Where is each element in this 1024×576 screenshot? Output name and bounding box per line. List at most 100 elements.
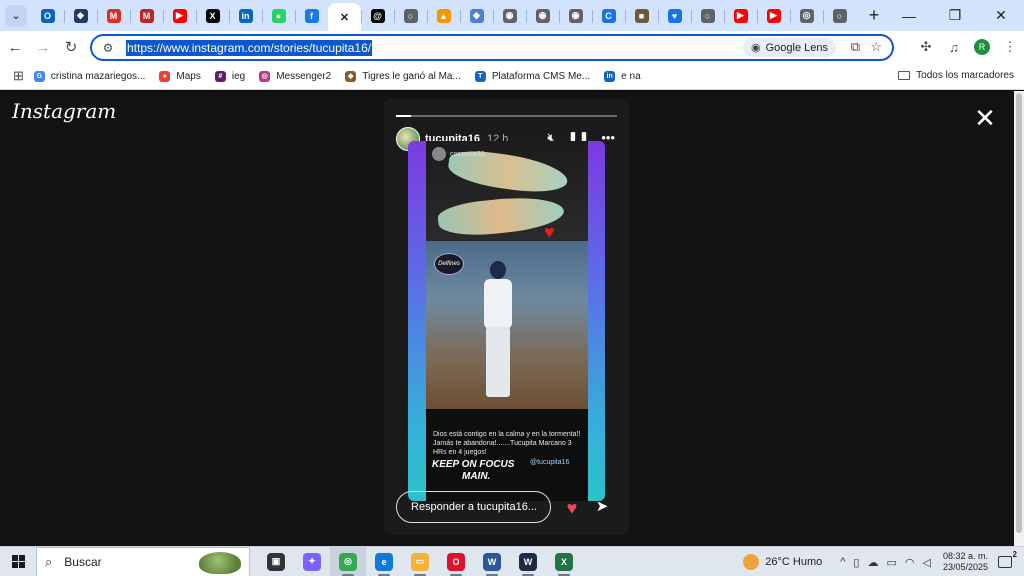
new-tab-button[interactable]: + [862,4,886,28]
bookmark-item[interactable]: # ieg [214,70,245,82]
bookmark-item[interactable]: in e na [604,70,641,82]
tfs-icon: T [474,70,486,82]
phone-link-icon[interactable]: ▯ [853,556,859,569]
extensions-icon[interactable]: ✣ [912,39,940,55]
browser-tab[interactable]: ✕ [328,3,361,31]
reload-button[interactable]: ↻ [58,34,84,60]
volume-icon[interactable]: ◁ [922,556,930,569]
weather-icon[interactable] [743,554,760,570]
story-caption: Dios está contigo en la calma y en la to… [433,431,581,456]
repost-avatar [432,147,446,161]
browser-tab[interactable]: ◉ [526,3,559,29]
install-app-icon[interactable]: ⧉ [851,39,860,55]
all-bookmarks-button[interactable]: Todos los marcadores [898,70,1014,81]
browser-tab[interactable]: ◉ [559,3,592,29]
notification-icon[interactable]: 2 [998,550,1017,568]
browser-tab[interactable]: ▲ [427,3,460,29]
address-bar[interactable]: ⚙ https://www.instagram.com/stories/tucu… [90,34,894,61]
media-control-icon[interactable]: ♫ [940,40,968,55]
taskbar-app[interactable]: ◎ [330,546,366,576]
browser-tab[interactable]: ◎ [790,3,823,29]
browser-tab[interactable]: ▶ [757,3,790,29]
weather-text[interactable]: 26°C Humo [765,556,822,568]
browser-tab[interactable]: ♥ [658,3,691,29]
browser-tab[interactable]: ◆ [460,3,493,29]
browser-tab[interactable]: ○ [823,3,856,29]
system-tray: 26°C Humo ^ ▯ ☁ ▭ ◠ ◁ 08:32 a. m. 23/05/… [743,547,1024,576]
menu-icon[interactable]: ⋮ [996,39,1024,55]
forward-button[interactable]: → [30,34,56,60]
site-info-icon[interactable]: ⚙ [98,41,118,55]
google-lens-button[interactable]: ◉ Google Lens [743,38,836,57]
back-button[interactable]: ← [2,34,28,60]
browser-tab[interactable]: ◉ [493,3,526,29]
taskbar-app[interactable]: W [510,547,546,576]
toolbar-actions: ✣ ♫ R ⋮ [912,31,1024,63]
browser-tab[interactable]: O [31,3,64,29]
browser-tab[interactable]: M [97,3,130,29]
outlook-icon: O [40,8,55,23]
like-heart-icon[interactable]: ♥ [562,498,582,518]
taskbar-search[interactable]: ⌕ Buscar [36,546,250,576]
browser-tab[interactable]: ○ [691,3,724,29]
bookmarks-bar: ⊞ Gcristina mazariegos... ● Maps # ieg ◎ Messe… [0,63,1024,90]
browser-tab[interactable]: M [130,3,163,29]
minimize-button[interactable]: — [886,0,932,31]
page-scrollbar[interactable] [1014,91,1024,546]
instagram-logo[interactable]: Instagram [12,99,116,123]
profile-avatar[interactable]: R [974,39,990,55]
cloud-icon[interactable]: ☁ [867,556,878,569]
taskbar-app[interactable]: ✦ [294,547,330,576]
bookmark-item[interactable]: Gcristina mazariegos... [33,70,145,82]
close-window-button[interactable]: ✕ [978,0,1024,31]
browser-tab[interactable]: ■ [625,3,658,29]
send-icon[interactable]: ➤ [592,497,612,517]
story-media-frame: ♥ cocorote33 Delfines Dios está contigo … [408,141,605,501]
restore-button[interactable]: ❐ [932,0,978,31]
browser-tab[interactable]: X [196,3,229,29]
start-button[interactable] [0,555,36,568]
browser-tab[interactable]: @ [361,3,394,29]
browser-tab[interactable]: f [295,3,328,29]
taskbar-app[interactable]: ▣ [258,547,294,576]
taskbar-app[interactable]: W [474,547,510,576]
browser-tab[interactable]: ▶ [163,3,196,29]
window-controls: — ❐ ✕ [886,0,1024,31]
repost-username: cocorote33 [450,150,485,158]
browser-tab[interactable]: C [592,3,625,29]
bookmark-item[interactable]: ● Maps [159,70,201,82]
chevron-up-icon[interactable]: ^ [840,556,845,568]
taskbar-app[interactable]: X [546,547,582,576]
browser-tab[interactable]: ◆ [64,3,97,29]
url-text[interactable]: https://www.instagram.com/stories/tucupi… [126,39,373,56]
taskbar-app[interactable]: e [366,547,402,576]
browser-tab[interactable]: ▶ [724,3,757,29]
browser-tab[interactable]: ● [262,3,295,29]
bookmark-item[interactable]: ◎ Messenger2 [259,70,331,82]
taskbar-app[interactable]: O [438,547,474,576]
scrollbar-thumb[interactable] [1016,93,1022,533]
battery-icon[interactable]: ▭ [886,556,896,569]
bookmark-label: e na [621,70,641,82]
taskbar-app[interactable]: ▭ [402,547,438,576]
browser-tab[interactable]: in [229,3,262,29]
bookmark-star-icon[interactable]: ☆ [870,39,882,55]
windows-taskbar: ⌕ Buscar ▣ ✦ ◎ e ▭ O W W X 26°C Humo ^ ▯ ☁ ▭ ◠ ◁… [0,546,1024,576]
youtube-icon: ▶ [733,8,748,23]
bookmark-item[interactable]: ◆ Tigres le ganó al Ma... [345,70,461,82]
repost-attribution[interactable]: cocorote33 [432,147,485,161]
apps-grid-icon[interactable]: ⊞ [13,68,24,84]
youtube-icon: ▶ [172,8,187,23]
team-logo: Delfines [434,253,464,275]
bookmark-item[interactable]: T Plataforma CMS Me... [474,70,590,82]
close-story-button[interactable]: ✕ [970,103,1000,133]
close-tab-icon[interactable]: ✕ [338,10,352,24]
wifi-icon[interactable]: ◠ [905,556,915,569]
mention-handle[interactable]: @tucupita16 [530,459,569,466]
story-card[interactable]: tucupita16 12 h 🔇︎ ❚❚ ••• ♥ cocorote33 D… [384,98,629,535]
gmail-icon: M [139,8,154,23]
tab-search-button[interactable]: ⌄ [5,4,27,27]
browser-tab[interactable]: ○ [394,3,427,29]
clock[interactable]: 08:32 a. m. 23/05/2025 [943,551,988,573]
reply-input[interactable]: Responder a tucupita16... [396,491,551,523]
